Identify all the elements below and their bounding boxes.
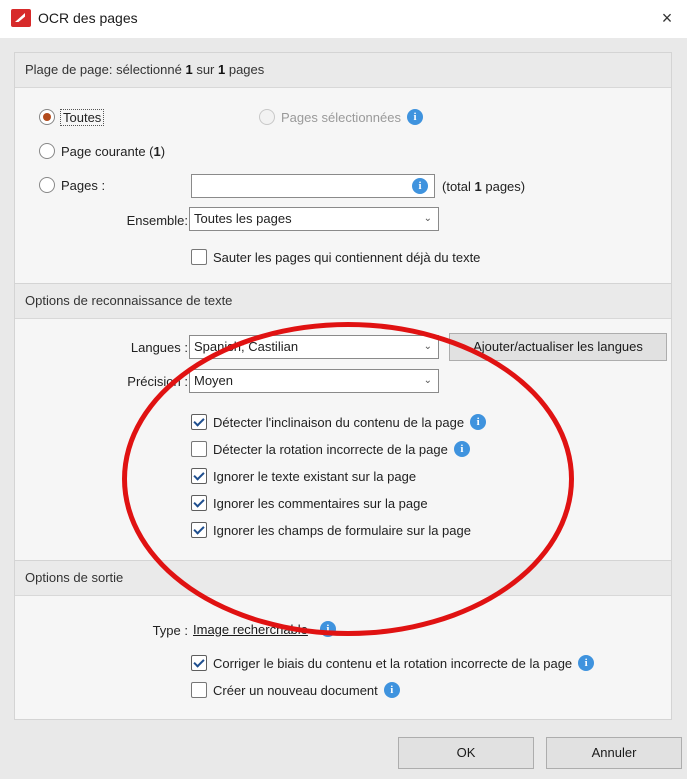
- info-icon[interactable]: i: [412, 178, 428, 194]
- recognition-panel: Options de reconnaissance de texte Langu…: [14, 283, 672, 561]
- pdf-app-icon: [11, 9, 31, 27]
- radio-pages-row[interactable]: Pages :: [39, 177, 105, 193]
- option-checkbox[interactable]: [191, 441, 207, 457]
- skip-text-label: Sauter les pages qui contiennent déjà du…: [213, 249, 481, 265]
- radio-current-page-label: Page courante (1): [61, 143, 166, 159]
- correct-checkbox[interactable]: [191, 655, 207, 671]
- ensemble-select[interactable]: Toutes les pages ⌄: [189, 207, 439, 231]
- option-checkbox[interactable]: [191, 522, 207, 538]
- option-row[interactable]: Détecter l'inclinaison du contenu de la …: [191, 414, 487, 430]
- correct-label: Corriger le biais du contenu et la rotat…: [213, 655, 573, 671]
- option-label: Ignorer les champs de formulaire sur la …: [213, 522, 471, 538]
- option-checkbox[interactable]: [191, 495, 207, 511]
- add-languages-button[interactable]: Ajouter/actualiser les langues: [449, 333, 667, 361]
- ensemble-label: Ensemble:: [126, 213, 188, 228]
- ensemble-value: Toutes les pages: [194, 211, 292, 226]
- info-icon[interactable]: i: [470, 414, 487, 430]
- radio-pages[interactable]: [39, 177, 55, 193]
- precision-value: Moyen: [194, 373, 234, 388]
- radio-selected-pages-row: Pages sélectionnées i: [259, 109, 423, 125]
- info-icon[interactable]: i: [453, 441, 470, 457]
- radio-all-label: Toutes: [59, 108, 105, 126]
- title-bar: OCR des pages ×: [0, 0, 687, 38]
- type-value-row[interactable]: Image recherchable i: [193, 621, 336, 637]
- option-label: Ignorer le texte existant sur la page: [213, 468, 417, 484]
- close-icon[interactable]: ×: [655, 6, 679, 30]
- radio-all-row[interactable]: Toutes: [39, 108, 105, 126]
- radio-all[interactable]: [39, 109, 55, 125]
- languages-select[interactable]: Spanish; Castilian ⌄: [189, 335, 439, 359]
- precision-select[interactable]: Moyen ⌄: [189, 369, 439, 393]
- radio-current-page[interactable]: [39, 143, 55, 159]
- precision-label: Précision :: [127, 374, 188, 389]
- languages-label: Langues :: [130, 340, 188, 355]
- option-label: Ignorer les commentaires sur la page: [213, 495, 428, 511]
- new-document-label: Créer un nouveau document: [213, 682, 378, 698]
- option-row[interactable]: Détecter la rotation incorrecte de la pa…: [191, 441, 470, 457]
- pages-total-label: (total 1 pages): [442, 179, 526, 194]
- radio-current-page-row[interactable]: Page courante (1): [39, 143, 165, 159]
- cancel-button[interactable]: Annuler: [546, 737, 682, 769]
- option-row[interactable]: Ignorer le texte existant sur la page: [191, 468, 416, 484]
- option-row[interactable]: Ignorer les champs de formulaire sur la …: [191, 522, 471, 538]
- correct-row[interactable]: Corriger le biais du contenu et la rotat…: [191, 655, 595, 671]
- info-icon[interactable]: i: [383, 682, 400, 698]
- info-icon[interactable]: i: [578, 655, 595, 671]
- chevron-down-icon: ⌄: [423, 213, 432, 224]
- languages-value: Spanish; Castilian: [194, 339, 299, 354]
- skip-text-row[interactable]: Sauter les pages qui contiennent déjà du…: [191, 249, 480, 265]
- info-icon[interactable]: i: [406, 109, 423, 125]
- pages-input[interactable]: [191, 174, 435, 198]
- type-label: Type :: [152, 623, 188, 638]
- page-range-panel: Plage de page: sélectionné 1 sur 1 pages…: [14, 52, 672, 284]
- radio-selected-pages-label: Pages sélectionnées: [281, 109, 401, 125]
- new-document-checkbox[interactable]: [191, 682, 207, 698]
- output-panel: Options de sortie Type : Image rechercha…: [14, 560, 672, 720]
- window-title: OCR des pages: [38, 10, 138, 26]
- recognition-header: Options de reconnaissance de texte: [15, 284, 671, 319]
- option-checkbox[interactable]: [191, 468, 207, 484]
- ok-button[interactable]: OK: [398, 737, 534, 769]
- output-header: Options de sortie: [15, 561, 671, 596]
- chevron-down-icon: ⌄: [423, 341, 432, 352]
- info-icon[interactable]: i: [319, 621, 336, 637]
- page-range-header: Plage de page: sélectionné 1 sur 1 pages: [15, 53, 671, 88]
- option-label: Détecter la rotation incorrecte de la pa…: [213, 441, 448, 457]
- option-checkbox[interactable]: [191, 414, 207, 430]
- skip-text-checkbox[interactable]: [191, 249, 207, 265]
- option-label: Détecter l'inclinaison du contenu de la …: [213, 414, 465, 430]
- radio-selected-pages: [259, 109, 275, 125]
- type-value-link[interactable]: Image recherchable: [193, 622, 308, 637]
- chevron-down-icon: ⌄: [423, 375, 432, 386]
- radio-pages-label: Pages :: [61, 177, 106, 193]
- new-document-row[interactable]: Créer un nouveau document i: [191, 682, 400, 698]
- option-row[interactable]: Ignorer les commentaires sur la page: [191, 495, 428, 511]
- dialog-footer: OK Annuler: [0, 725, 687, 779]
